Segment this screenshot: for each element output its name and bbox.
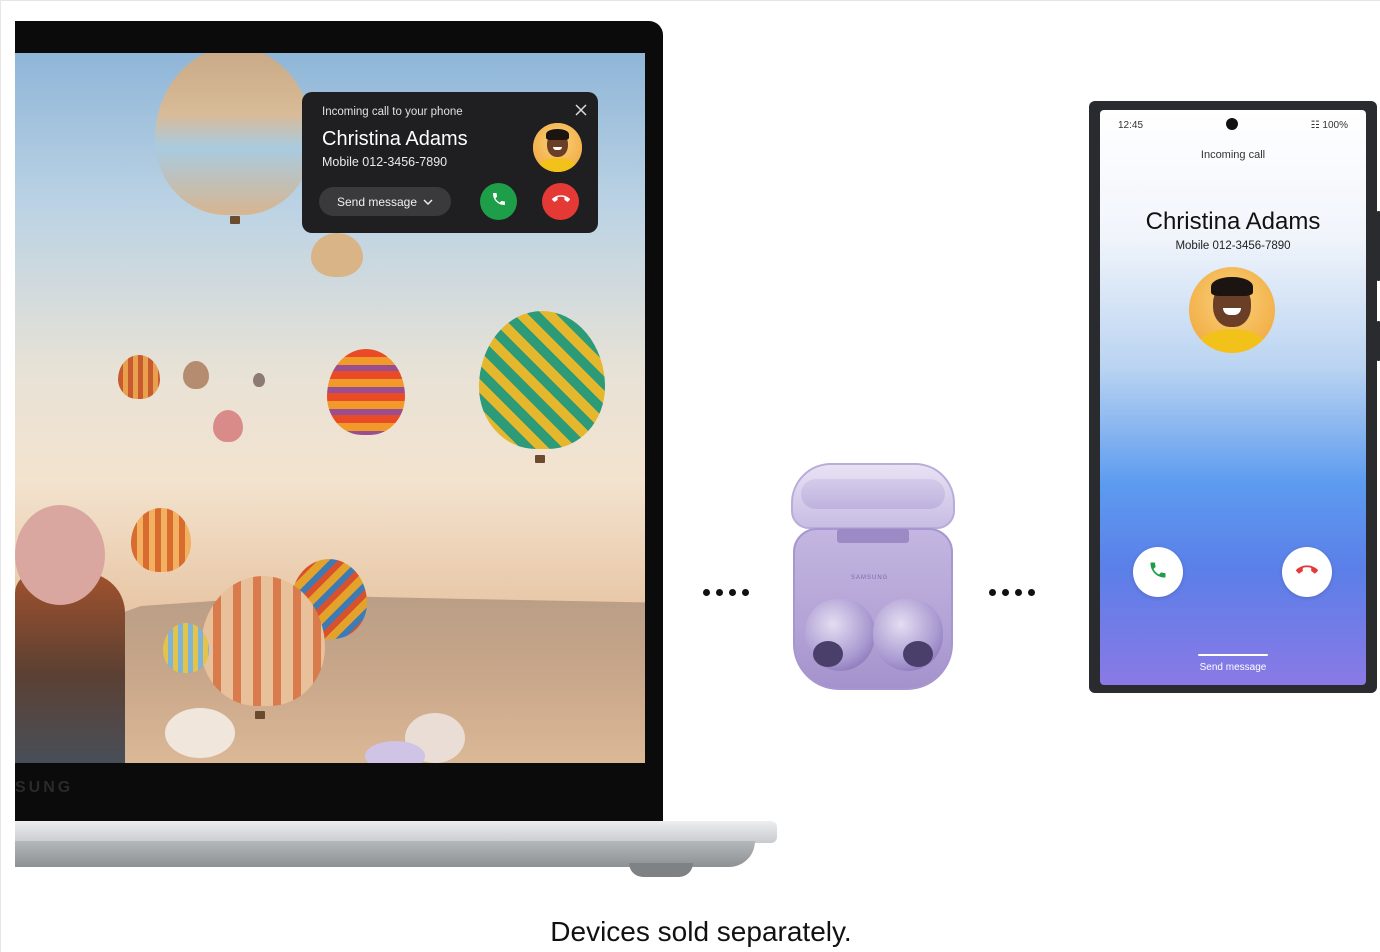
signal-icon: ☷: [1310, 120, 1320, 131]
earbuds-case-lid-inner: [801, 479, 945, 509]
caller-name: Christina Adams: [1145, 208, 1321, 235]
product-illustration: SUNG Incoming call to your phone Christi…: [0, 0, 1380, 952]
balloon: [155, 53, 313, 215]
laptop-base: [15, 821, 777, 843]
incoming-call-caption: Incoming call: [1200, 149, 1266, 161]
phone-decline-icon: [1296, 559, 1318, 586]
balloon: [131, 508, 191, 572]
send-message-handle[interactable]: [1198, 654, 1268, 656]
balloon-basket: [255, 711, 265, 719]
phone-accept-icon: [491, 191, 507, 212]
connection-dots-left: [703, 589, 749, 596]
caller-name: Christina Adams: [322, 128, 468, 150]
earbuds-brand: SAMSUNG: [851, 575, 889, 581]
left-earbud-tip: [813, 641, 843, 667]
accept-call-button[interactable]: [1133, 547, 1183, 597]
decline-call-button[interactable]: [1282, 547, 1332, 597]
balloon: [183, 361, 209, 389]
phone-decline-icon: [551, 190, 570, 213]
incoming-call-notification[interactable]: Incoming call to your phone Christina Ad…: [302, 92, 598, 233]
laptop-foot: [629, 863, 693, 877]
balloon-basket: [535, 455, 545, 463]
send-message-label[interactable]: Send message: [1100, 662, 1366, 673]
balloon: [165, 708, 235, 758]
battery-level: 100%: [1322, 120, 1348, 131]
status-battery: ☷ 100%: [1311, 120, 1348, 131]
woman-hat: [15, 505, 105, 605]
caller-number: Mobile 012-3456-7890: [322, 155, 448, 169]
balloon: [311, 233, 363, 277]
decline-call-button[interactable]: [542, 183, 579, 220]
caller-number: Mobile 012-3456-7890: [1175, 240, 1291, 252]
front-camera: [1226, 118, 1238, 130]
balloon: [479, 311, 605, 449]
notification-caption: Incoming call to your phone: [322, 106, 463, 118]
balloon: [365, 741, 425, 763]
caller-avatar: [533, 123, 582, 172]
caller-avatar: [1189, 267, 1275, 353]
right-earbud-tip: [903, 641, 933, 667]
earbuds-case-hinge: [837, 529, 909, 543]
balloon-basket: [230, 216, 240, 224]
chevron-down-icon: [423, 195, 433, 209]
balloon: [118, 355, 160, 399]
close-icon[interactable]: [575, 103, 587, 120]
status-time: 12:45: [1118, 120, 1144, 131]
balloon: [253, 373, 265, 387]
accept-call-button[interactable]: [480, 183, 517, 220]
send-message-button[interactable]: Send message: [319, 187, 451, 216]
balloon: [201, 576, 325, 706]
balloon: [327, 349, 405, 435]
connection-dots-right: [989, 589, 1035, 596]
phone-screen: 12:45 ☷ 100% Incoming call Christina Ada…: [1100, 110, 1366, 685]
disclaimer-caption: Devices sold separately.: [550, 916, 852, 947]
laptop-brand-logo: SUNG: [15, 779, 74, 796]
phone-accept-icon: [1148, 560, 1168, 585]
send-message-label: Send message: [336, 194, 418, 209]
balloon: [213, 410, 243, 442]
balloon: [163, 623, 209, 673]
